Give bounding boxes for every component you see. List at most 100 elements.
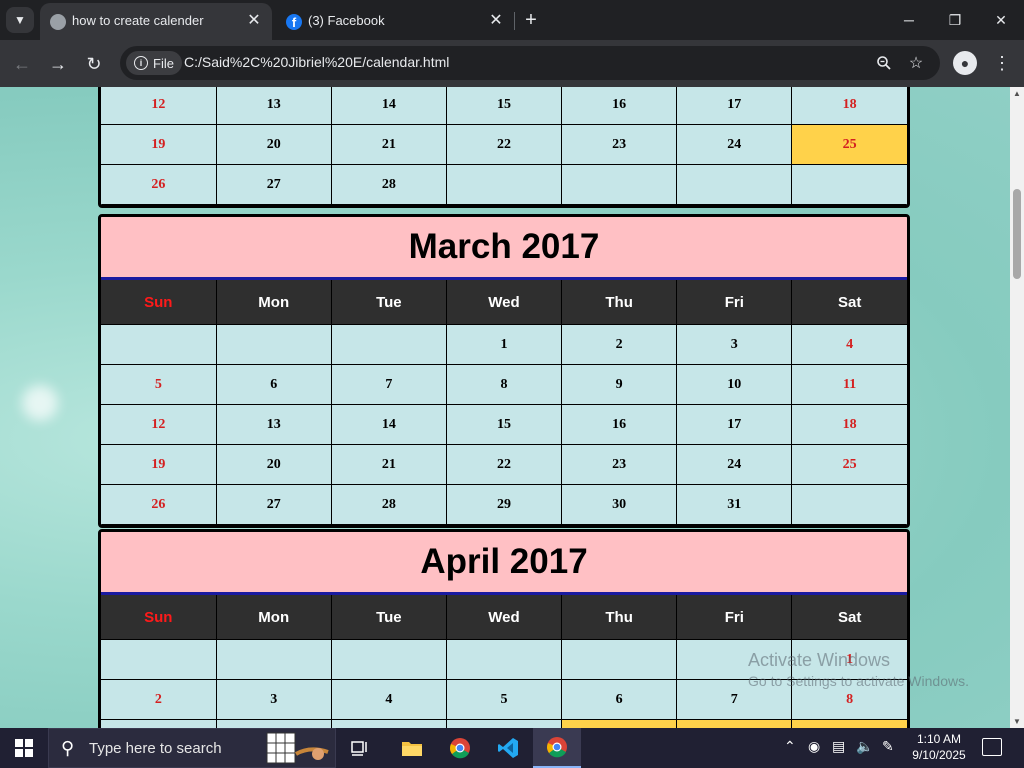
kebab-menu-icon[interactable]: ⋮ [990,51,1014,75]
calendar-day-cell[interactable]: 7 [676,679,793,720]
calendar-day-cell[interactable]: 2 [101,679,217,720]
calendar-day-cell[interactable]: 28 [330,484,447,525]
calendar-day-cell[interactable]: 13 [215,404,332,445]
site-info-chip[interactable]: i File [126,51,182,75]
calendar-day-cell[interactable]: 14 [330,87,447,125]
scrollbar-thumb[interactable] [1013,189,1021,279]
zoom-icon[interactable] [872,51,896,75]
calendar-day-cell[interactable]: 21 [330,444,447,485]
calendar-day-cell[interactable]: 19 [101,444,217,485]
calendar-day-cell[interactable]: 22 [445,124,563,165]
calendar-day-cell[interactable]: 20 [215,444,332,485]
calendar-day-cell[interactable]: 29 [445,484,563,525]
vertical-scrollbar[interactable]: ▲ ▼ [1010,87,1024,728]
calendar-day-cell[interactable]: 15 [445,404,563,445]
start-button[interactable] [0,728,48,768]
calendar-day-cell[interactable]: 15 [445,87,563,125]
calendar-day-cell[interactable]: 8 [791,679,907,720]
calendar-day-cell[interactable]: 5 [101,364,217,405]
tab-close-icon[interactable]: ✕ [244,11,264,31]
calendar-day-cell[interactable]: 12 [101,404,217,445]
calendar-day-cell[interactable]: 8 [445,364,563,405]
calendar-day-cell[interactable]: 6 [561,679,678,720]
calendar-day-cell[interactable]: 26 [101,484,217,525]
calendar-day-cell[interactable]: 12 [445,719,563,728]
calendar-day-cell[interactable]: 30 [561,484,678,525]
calendar-day-cell[interactable]: 16 [561,87,678,125]
calendar-week-row: 12 13 14 15 16 17 18 [101,87,907,125]
calendar-day-cell[interactable]: 3 [676,324,793,365]
calendar-day-cell[interactable]: 7 [330,364,447,405]
calendar-day-cell[interactable]: 6 [215,364,332,405]
calendar-day-cell[interactable]: 23 [561,124,678,165]
calendar-day-cell[interactable]: 1 [791,639,907,680]
calendar-day-cell[interactable]: 14 [676,719,793,728]
calendar-day-cell[interactable]: 20 [215,124,332,165]
calendar-day-cell[interactable]: 16 [561,404,678,445]
chrome-active-icon[interactable] [533,728,581,768]
calendar-day-cell[interactable]: 5 [445,679,563,720]
calendar-day-cell[interactable]: 15 [791,719,907,728]
meet-icon[interactable]: ◉ [808,738,820,755]
calendar-day-cell[interactable]: 21 [330,124,447,165]
calendar-day-cell[interactable]: 23 [561,444,678,485]
restore-button[interactable]: ❐ [932,0,978,40]
calendar-day-cell[interactable]: 17 [676,87,793,125]
calendar-day-cell[interactable]: 11 [330,719,447,728]
task-view-icon[interactable] [336,728,384,768]
profile-icon[interactable]: ● [953,51,977,75]
new-tab-button[interactable]: + [520,8,542,32]
vscode-icon[interactable] [484,728,532,768]
calendar-day-cell[interactable]: 31 [676,484,793,525]
tab-search-button[interactable]: ▼ [6,7,34,33]
calendar-day-cell[interactable]: 10 [215,719,332,728]
calendar-day-cell[interactable]: 18 [791,87,907,125]
tab-how-to-create-calender[interactable]: how to create calender ✕ [40,3,272,40]
calendar-day-cell[interactable]: 27 [215,164,332,205]
calendar-day-cell[interactable]: 26 [101,164,217,205]
tab-facebook[interactable]: f (3) Facebook ✕ [276,3,514,40]
calendar-day-cell[interactable]: 13 [215,87,332,125]
taskbar-clock[interactable]: 1:10 AM 9/10/2025 [904,731,974,763]
url-text[interactable]: C:/Said%2C%20Jibriel%20E/calendar.html [184,54,449,70]
notification-center-icon[interactable] [982,738,1002,756]
address-bar[interactable]: i File C:/Said%2C%20Jibriel%20E/calendar… [120,46,940,80]
chrome-icon[interactable] [436,728,484,768]
calendar-day-cell[interactable]: 4 [330,679,447,720]
pen-icon[interactable]: ✎ [882,738,894,755]
minimize-button[interactable]: ─ [886,0,932,40]
scroll-up-arrow-icon[interactable]: ▲ [1013,89,1021,98]
close-window-button[interactable]: ✕ [978,0,1024,40]
calendar-day-cell[interactable]: 11 [791,364,907,405]
calendar-day-cell[interactable]: 2 [561,324,678,365]
calendar-day-cell[interactable]: 10 [676,364,793,405]
calendar-day-cell[interactable]: 13 [561,719,678,728]
scroll-down-arrow-icon[interactable]: ▼ [1013,717,1021,726]
calendar-day-cell[interactable]: 22 [445,444,563,485]
volume-icon[interactable]: 🔈 [856,738,873,755]
calendar-day-cell[interactable]: 28 [330,164,447,205]
file-explorer-icon[interactable] [388,728,436,768]
calendar-day-cell[interactable]: 25 [791,124,907,165]
calendar-day-cell[interactable]: 14 [330,404,447,445]
calendar-day-cell[interactable]: 19 [101,124,217,165]
tab-close-icon[interactable]: ✕ [486,11,506,31]
calendar-day-cell[interactable]: 12 [101,87,217,125]
star-icon[interactable]: ☆ [904,51,928,75]
calendar-day-cell[interactable]: 18 [791,404,907,445]
calendar-day-cell[interactable]: 9 [561,364,678,405]
calendar-day-cell[interactable]: 1 [445,324,563,365]
calendar-day-cell[interactable]: 24 [676,444,793,485]
calendar-day-cell[interactable]: 25 [791,444,907,485]
calendar-day-cell[interactable]: 3 [215,679,332,720]
calendar-day-cell[interactable]: 9 [101,719,217,728]
forward-button[interactable]: → [44,50,72,78]
network-icon[interactable]: ▤ [832,738,845,755]
calendar-day-cell[interactable]: 17 [676,404,793,445]
chevron-up-icon[interactable]: ⌃ [784,738,796,755]
calendar-day-cell[interactable]: 27 [215,484,332,525]
back-button[interactable]: ← [8,50,36,78]
calendar-day-cell[interactable]: 24 [676,124,793,165]
reload-button[interactable]: ↻ [80,50,108,78]
calendar-day-cell[interactable]: 4 [791,324,907,365]
